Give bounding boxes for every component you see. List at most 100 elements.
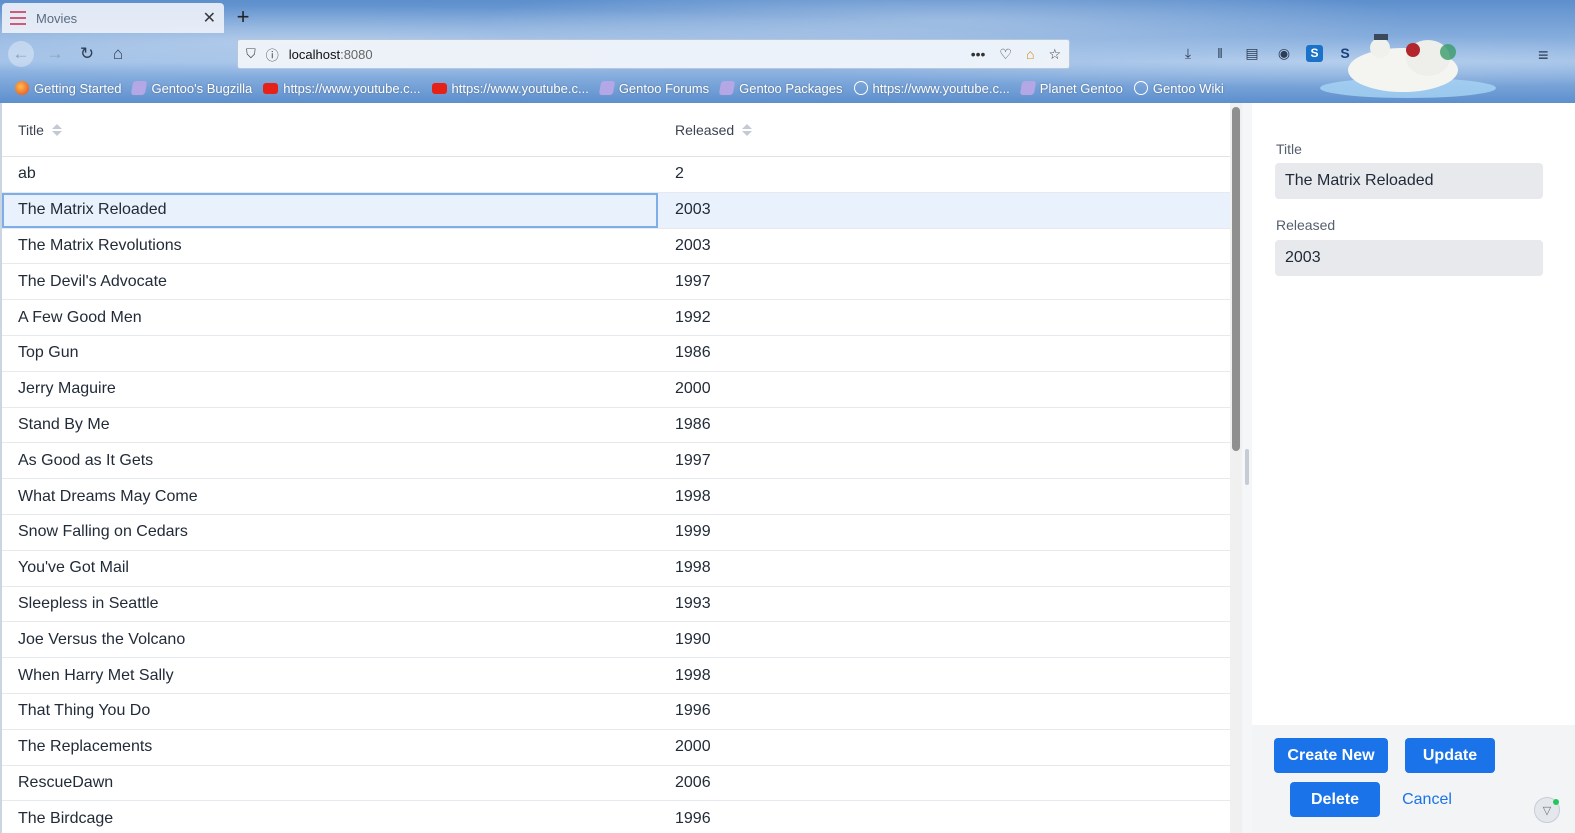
cell-released[interactable]: 1998	[658, 559, 711, 577]
cell-title[interactable]: That Thing You Do	[2, 694, 658, 729]
cell-title[interactable]: The Devil's Advocate	[2, 264, 658, 299]
cell-title[interactable]: What Dreams May Come	[2, 479, 658, 514]
table-row[interactable]: The Devil's Advocate 1997	[2, 264, 1230, 301]
close-tab-icon[interactable]: ✕	[203, 8, 216, 28]
bookmark-item[interactable]: Gentoo Packages	[718, 81, 843, 96]
bookmark-item[interactable]: Gentoo's Bugzilla	[131, 81, 252, 96]
cell-title[interactable]: The Matrix Reloaded	[2, 192, 658, 228]
table-row[interactable]: You've Got Mail 1998	[2, 551, 1230, 587]
bookmark-item[interactable]: Gentoo Wiki	[1133, 81, 1224, 96]
cell-released[interactable]: 1990	[658, 631, 711, 649]
split-layout-handle[interactable]	[1242, 103, 1252, 833]
splitter-grip[interactable]	[1245, 449, 1249, 485]
cell-released[interactable]: 2	[658, 165, 684, 183]
column-header-title[interactable]: Title	[2, 122, 658, 138]
new-tab-button[interactable]: +	[231, 4, 255, 30]
home-page-icon[interactable]: ⌂	[1026, 46, 1034, 62]
table-row[interactable]: The Birdcage 1996	[2, 801, 1230, 833]
delete-button[interactable]: Delete	[1290, 782, 1380, 817]
library-icon[interactable]: ‖	[1210, 43, 1230, 63]
table-row[interactable]: Stand By Me 1986	[2, 408, 1230, 444]
cell-released[interactable]: 1999	[658, 523, 711, 541]
table-row[interactable]: Joe Versus the Volcano 1990	[2, 622, 1230, 659]
bookmark-item[interactable]: Planet Gentoo	[1019, 81, 1123, 96]
cell-released[interactable]: 1986	[658, 344, 711, 362]
cell-released[interactable]: 2000	[658, 380, 711, 398]
cell-released[interactable]: 1996	[658, 810, 711, 828]
cell-title[interactable]: Top Gun	[2, 336, 658, 371]
cell-released[interactable]: 2003	[658, 201, 711, 219]
cell-title[interactable]: Joe Versus the Volcano	[2, 622, 658, 657]
cell-released[interactable]: 2000	[658, 738, 711, 756]
sort-icon[interactable]	[742, 123, 753, 136]
home-icon[interactable]: ⌂	[105, 41, 131, 67]
cell-released[interactable]: 1996	[658, 702, 711, 720]
reload-icon[interactable]: ↻	[74, 41, 100, 67]
table-row[interactable]: The Matrix Revolutions 2003	[2, 229, 1230, 265]
shield-icon[interactable]: ⛉	[246, 46, 256, 62]
cell-released[interactable]: 1997	[658, 273, 711, 291]
cell-title[interactable]: ab	[2, 157, 658, 192]
table-row[interactable]: A Few Good Men 1992	[2, 300, 1230, 336]
create-new-button[interactable]: Create New	[1274, 738, 1388, 773]
cell-released[interactable]: 1992	[658, 309, 711, 327]
grid-scrollbar[interactable]	[1230, 103, 1242, 833]
bookmark-item[interactable]: https://www.youtube.c...	[263, 81, 421, 96]
table-row[interactable]: Top Gun 1986	[2, 336, 1230, 372]
table-row[interactable]: Sleepless in Seattle 1993	[2, 587, 1230, 623]
url-bar[interactable]: ⛉ ⓘ localhost:8080 ••• ♡ ⌂ ☆	[237, 39, 1070, 69]
cell-released[interactable]: 1998	[658, 667, 711, 685]
released-field[interactable]: 2003	[1275, 240, 1543, 276]
cell-released[interactable]: 1993	[658, 595, 711, 613]
cell-title[interactable]: The Replacements	[2, 730, 658, 765]
cell-title[interactable]: Snow Falling on Cedars	[2, 515, 658, 550]
table-row[interactable]: The Replacements 2000	[2, 730, 1230, 766]
bookmark-item[interactable]: Getting Started	[15, 81, 121, 96]
cell-released[interactable]: 2006	[658, 774, 711, 792]
table-row[interactable]: When Harry Met Sally 1998	[2, 658, 1230, 694]
back-arrow-icon[interactable]: ←	[8, 41, 34, 67]
scrollbar-thumb[interactable]	[1232, 107, 1240, 451]
info-icon[interactable]: ⓘ	[266, 45, 279, 64]
pocket-icon[interactable]: ♡	[999, 46, 1012, 63]
cell-title[interactable]: You've Got Mail	[2, 551, 658, 586]
tab-movies[interactable]: Movies ✕	[2, 3, 224, 33]
cell-title[interactable]: Sleepless in Seattle	[2, 587, 658, 622]
table-row[interactable]: What Dreams May Come 1998	[2, 479, 1230, 515]
cell-title[interactable]: As Good as It Gets	[2, 443, 658, 478]
cell-title[interactable]: A Few Good Men	[2, 300, 658, 335]
cell-title[interactable]: The Birdcage	[2, 801, 658, 833]
account-icon[interactable]: ◉	[1274, 43, 1294, 63]
forward-arrow-icon[interactable]: →	[42, 41, 68, 67]
cell-title[interactable]: RescueDawn	[2, 766, 658, 801]
table-row[interactable]: ab 2	[2, 157, 1230, 193]
table-row[interactable]: As Good as It Gets 1997	[2, 443, 1230, 480]
cell-title[interactable]: Jerry Maguire	[2, 372, 658, 407]
table-row[interactable]: The Matrix Reloaded 2003	[2, 192, 1230, 229]
more-dots-icon[interactable]: •••	[971, 46, 986, 62]
cell-released[interactable]: 2003	[658, 237, 711, 255]
update-button[interactable]: Update	[1405, 738, 1495, 773]
bookmark-item[interactable]: https://www.youtube.c...	[853, 81, 1010, 96]
sort-icon[interactable]	[51, 123, 62, 136]
cell-released[interactable]: 1997	[658, 452, 711, 470]
table-row[interactable]: RescueDawn 2006	[2, 766, 1230, 802]
table-row[interactable]: That Thing You Do 1996	[2, 694, 1230, 730]
star-icon[interactable]: ☆	[1048, 46, 1061, 63]
bookmark-item[interactable]: https://www.youtube.c...	[431, 81, 589, 96]
extension-status-icon[interactable]: ▽	[1534, 797, 1560, 823]
title-field[interactable]: The Matrix Reloaded	[1275, 163, 1543, 199]
bookmark-item[interactable]: Gentoo Forums	[598, 81, 709, 96]
cell-released[interactable]: 1998	[658, 488, 711, 506]
cell-title[interactable]: When Harry Met Sally	[2, 658, 658, 693]
cancel-button[interactable]: Cancel	[1400, 782, 1454, 817]
table-row[interactable]: Snow Falling on Cedars 1999	[2, 515, 1230, 551]
download-icon[interactable]: ⤓	[1178, 43, 1198, 63]
cell-title[interactable]: The Matrix Revolutions	[2, 229, 658, 264]
hamburger-menu-icon[interactable]: ≡	[1538, 45, 1549, 66]
column-header-released[interactable]: Released	[658, 122, 753, 138]
sidebar-icon[interactable]: ▤	[1242, 43, 1262, 63]
cell-title[interactable]: Stand By Me	[2, 408, 658, 443]
cell-released[interactable]: 1986	[658, 416, 711, 434]
table-row[interactable]: Jerry Maguire 2000	[2, 372, 1230, 408]
